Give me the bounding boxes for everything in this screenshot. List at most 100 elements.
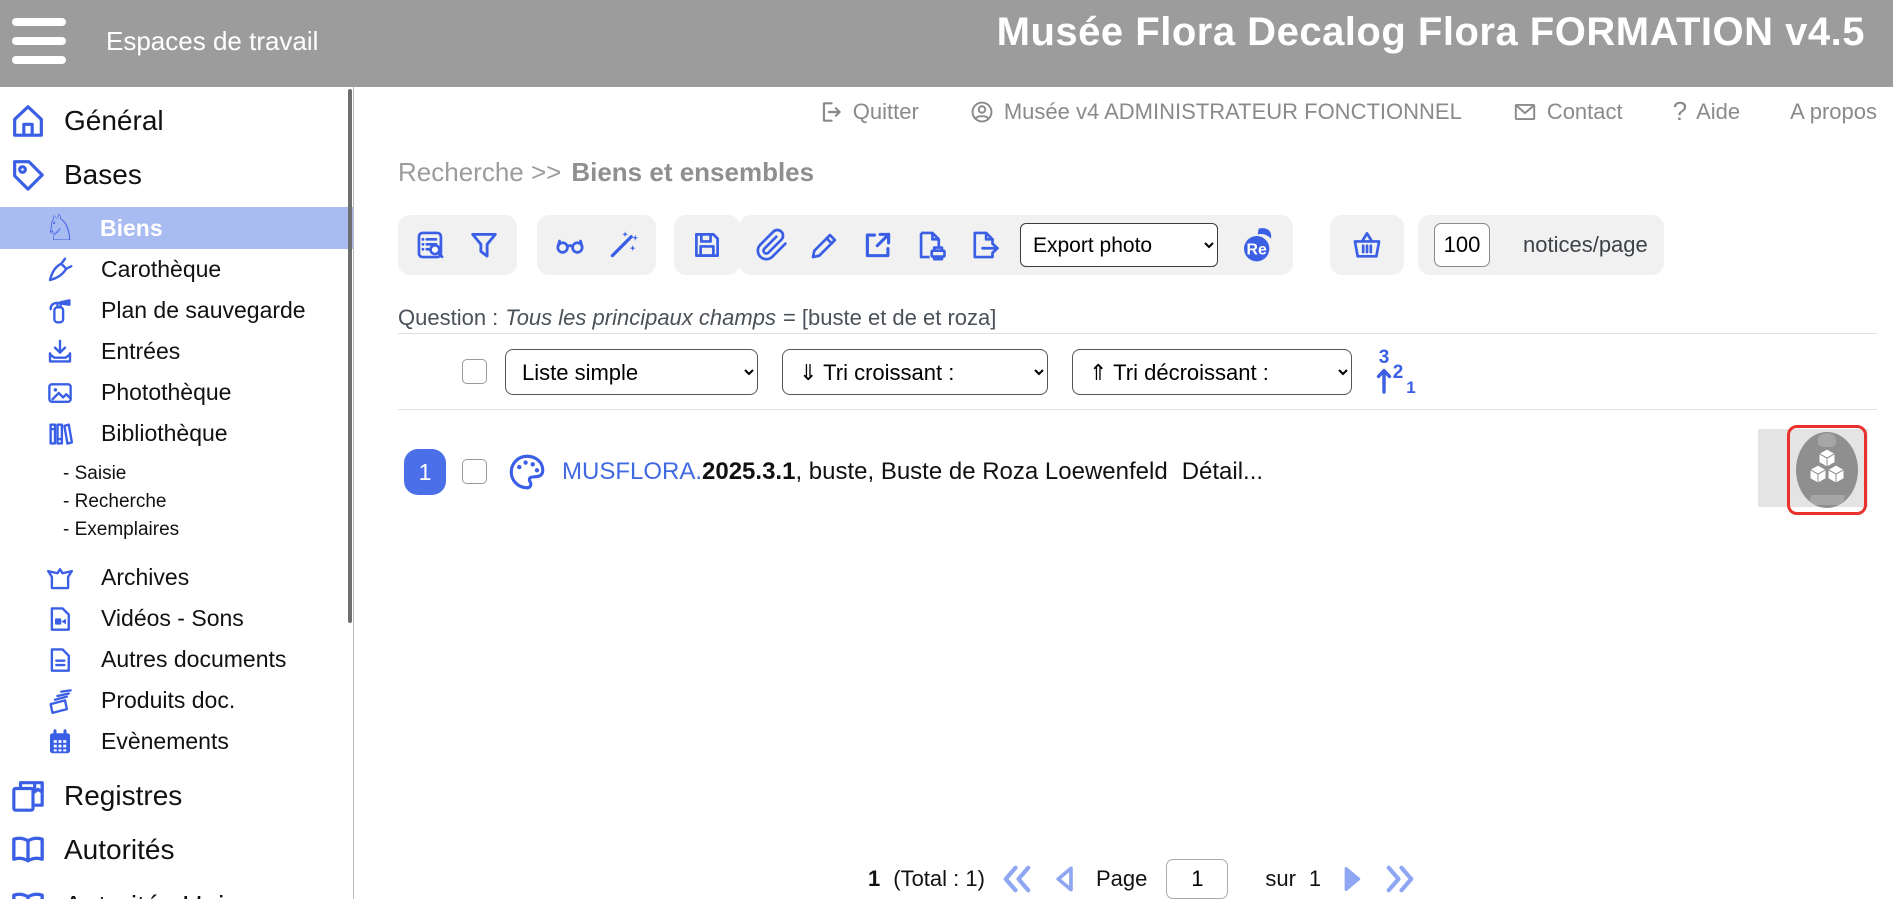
list-search-icon[interactable] [414, 228, 448, 262]
sidebar-item-general[interactable]: Général [0, 99, 353, 143]
print-file-icon[interactable] [914, 228, 948, 262]
page-label: Page [1096, 866, 1147, 892]
query-field: Tous les principaux champs [505, 305, 776, 330]
sidebar-item-bases[interactable]: Bases [0, 153, 353, 197]
sidebar-item-recherche[interactable]: - Recherche [0, 488, 353, 516]
help-icon: ? [1673, 96, 1687, 127]
sidebar-item-autorites-unimarc[interactable]: Autorités Unimarc [0, 884, 353, 899]
sidebar-item-autres-documents[interactable]: Autres documents [0, 639, 353, 680]
breadcrumb-section: Recherche >> [398, 157, 561, 187]
pencil-icon[interactable] [808, 228, 842, 262]
cubes-placeholder-icon [1806, 447, 1848, 491]
toolbar-group-search [398, 215, 517, 275]
svg-text:Re: Re [1247, 241, 1267, 258]
bust-silhouette-base [1809, 495, 1845, 505]
first-page-icon[interactable] [998, 861, 1036, 897]
result-code-number[interactable]: 2025.3.1 [702, 458, 795, 485]
about-link[interactable]: A propos [1790, 99, 1877, 125]
breadcrumb: Recherche >> Biens et ensembles [398, 157, 814, 188]
home-icon [8, 101, 48, 141]
magic-wand-icon[interactable] [606, 228, 640, 262]
sidebar-item-saisie[interactable]: - Saisie [0, 460, 353, 488]
sidebar-item-entrees[interactable]: Entrées [0, 331, 353, 372]
result-thumbnail-strip [1758, 429, 1868, 507]
sidebar-item-label: Général [64, 105, 164, 137]
re-icon[interactable]: Re [1237, 225, 1277, 265]
help-link[interactable]: ? Aide [1673, 96, 1741, 127]
result-thumbnail[interactable] [1787, 425, 1867, 515]
books-icon [45, 419, 75, 449]
sidebar-item-label: Entrées [101, 338, 180, 365]
result-checkbox[interactable] [462, 459, 487, 484]
sidebar-scrollbar-track[interactable] [353, 87, 354, 899]
basket-icon[interactable] [1350, 228, 1384, 262]
workspace-label[interactable]: Espaces de travail [106, 26, 318, 57]
toolbar-group-save [674, 215, 740, 275]
separator [398, 409, 1877, 410]
sort-ascending-select[interactable]: ⇓ Tri croissant : [782, 349, 1048, 395]
quit-link[interactable]: Quitter [818, 99, 919, 125]
sidebar-item-bibliotheque[interactable]: Bibliothèque [0, 413, 353, 454]
contact-link[interactable]: Contact [1512, 99, 1623, 125]
sidebar-item-archives[interactable]: Archives [0, 557, 353, 598]
select-all-checkbox[interactable] [462, 359, 487, 384]
help-label: Aide [1696, 99, 1740, 125]
filter-icon[interactable] [467, 228, 501, 262]
page-of-label: sur [1265, 866, 1296, 892]
sidebar-item-label: Autres documents [101, 646, 286, 673]
notices-per-page-label: notices/page [1523, 232, 1648, 258]
external-link-icon[interactable] [861, 228, 895, 262]
sidebar-item-biens[interactable]: ♘ Biens [0, 207, 353, 249]
sidebar-item-evenements[interactable]: Evènements [0, 721, 353, 762]
save-icon[interactable] [690, 228, 724, 262]
topbar: Espaces de travail Musée Flora Decalog F… [0, 0, 1893, 87]
list-mode-select[interactable]: Liste simple [505, 349, 758, 395]
tag-icon [8, 155, 48, 195]
result-description: , buste, Buste de Roza Loewenfeld [795, 458, 1167, 485]
knight-icon: ♘ [43, 210, 77, 246]
inbox-download-icon [45, 337, 75, 367]
sidebar-item-label: Archives [101, 564, 189, 591]
header-links: Quitter Musée v4 ADMINISTRATEUR FONCTION… [818, 96, 1877, 127]
next-page-icon[interactable] [1334, 862, 1368, 896]
video-file-icon [45, 604, 75, 634]
sidebar-scrollbar-thumb[interactable] [348, 89, 352, 623]
sidebar-item-registres[interactable]: Registres [0, 774, 353, 818]
paperclip-icon[interactable] [755, 228, 789, 262]
page-total: 1 [1309, 866, 1321, 892]
page-number-input[interactable] [1166, 859, 1228, 899]
export-file-icon[interactable] [967, 228, 1001, 262]
result-detail-link[interactable]: Détail... [1182, 458, 1263, 485]
prev-page-icon[interactable] [1049, 862, 1083, 896]
sidebar: Général Bases ♘ Biens Carothèque Plan de… [0, 87, 353, 899]
sidebar-item-phototheque[interactable]: Photothèque [0, 372, 353, 413]
hamburger-icon[interactable] [10, 15, 68, 67]
numeric-sort-icon[interactable]: 321 [1374, 347, 1420, 397]
notices-per-page-input[interactable] [1434, 223, 1490, 267]
sidebar-item-exemplaires[interactable]: - Exemplaires [0, 516, 353, 544]
sort-descending-select[interactable]: ⇑ Tri décroissant : [1072, 349, 1352, 395]
carrot-icon [45, 255, 75, 285]
sidebar-item-autorites[interactable]: Autorités [0, 828, 353, 872]
sidebar-item-carotheque[interactable]: Carothèque [0, 249, 353, 290]
toolbar-group-view [537, 215, 656, 275]
sidebar-item-produits-doc[interactable]: Produits doc. [0, 680, 353, 721]
sidebar-item-label: Plan de sauvegarde [101, 297, 306, 324]
sidebar-item-label: Biens [100, 215, 163, 242]
sidebar-item-plan-sauvegarde[interactable]: Plan de sauvegarde [0, 290, 353, 331]
sidebar-item-label: Autorités [64, 834, 175, 866]
result-total: (Total : 1) [893, 866, 985, 892]
palette-icon[interactable] [506, 451, 548, 493]
glasses-icon[interactable] [553, 228, 587, 262]
contact-label: Contact [1547, 99, 1623, 125]
last-page-icon[interactable] [1381, 861, 1419, 897]
sidebar-item-label: Bases [64, 159, 142, 191]
sidebar-item-videos-sons[interactable]: Vidéos - Sons [0, 598, 353, 639]
breadcrumb-page: Biens et ensembles [571, 157, 814, 187]
result-code-link[interactable]: MUSFLORA. [562, 458, 702, 485]
image-icon [45, 378, 75, 408]
query-summary: Question :Tous les principaux champs= [b… [398, 305, 996, 331]
about-label: A propos [1790, 99, 1877, 125]
user-menu[interactable]: Musée v4 ADMINISTRATEUR FONCTIONNEL [969, 99, 1462, 125]
export-photo-select[interactable]: Export photo [1020, 223, 1218, 267]
